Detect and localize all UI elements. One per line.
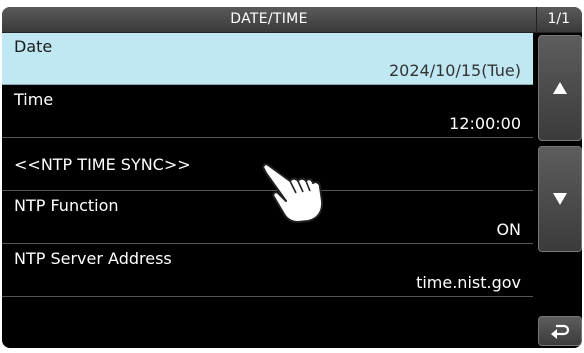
title-bar: DATE/TIME 1/1 bbox=[2, 7, 582, 33]
title-divider bbox=[536, 7, 537, 32]
down-triangle-icon bbox=[553, 193, 567, 205]
row-ntp-time-sync-label: <<NTP TIME SYNC>> bbox=[14, 155, 191, 174]
back-button[interactable] bbox=[538, 316, 582, 346]
row-time-value: 12:00:00 bbox=[449, 114, 521, 133]
up-triangle-icon bbox=[553, 82, 567, 94]
scroll-down-button[interactable] bbox=[538, 146, 582, 252]
scroll-sidebar bbox=[536, 33, 582, 348]
pointing-hand-icon bbox=[262, 163, 324, 223]
row-ntp-server-address-label: NTP Server Address bbox=[14, 249, 172, 268]
page-title: DATE/TIME bbox=[230, 11, 308, 27]
page-indicator: 1/1 bbox=[547, 11, 570, 27]
screen: DATE/TIME 1/1 Date 2024/10/15(Tue) Time … bbox=[0, 0, 584, 353]
row-ntp-server-address[interactable]: NTP Server Address time.nist.gov bbox=[2, 245, 533, 297]
scroll-up-button[interactable] bbox=[538, 35, 582, 141]
row-ntp-function-label: NTP Function bbox=[14, 196, 119, 215]
device-display: DATE/TIME 1/1 Date 2024/10/15(Tue) Time … bbox=[2, 7, 582, 348]
return-arrow-icon bbox=[551, 324, 570, 339]
row-date-label: Date bbox=[14, 37, 53, 56]
row-ntp-function-value: ON bbox=[496, 220, 521, 239]
row-date-value: 2024/10/15(Tue) bbox=[388, 61, 521, 80]
row-time-label: Time bbox=[14, 90, 54, 109]
row-date[interactable]: Date 2024/10/15(Tue) bbox=[2, 33, 533, 85]
row-time[interactable]: Time 12:00:00 bbox=[2, 86, 533, 138]
row-ntp-server-address-value: time.nist.gov bbox=[416, 273, 521, 292]
